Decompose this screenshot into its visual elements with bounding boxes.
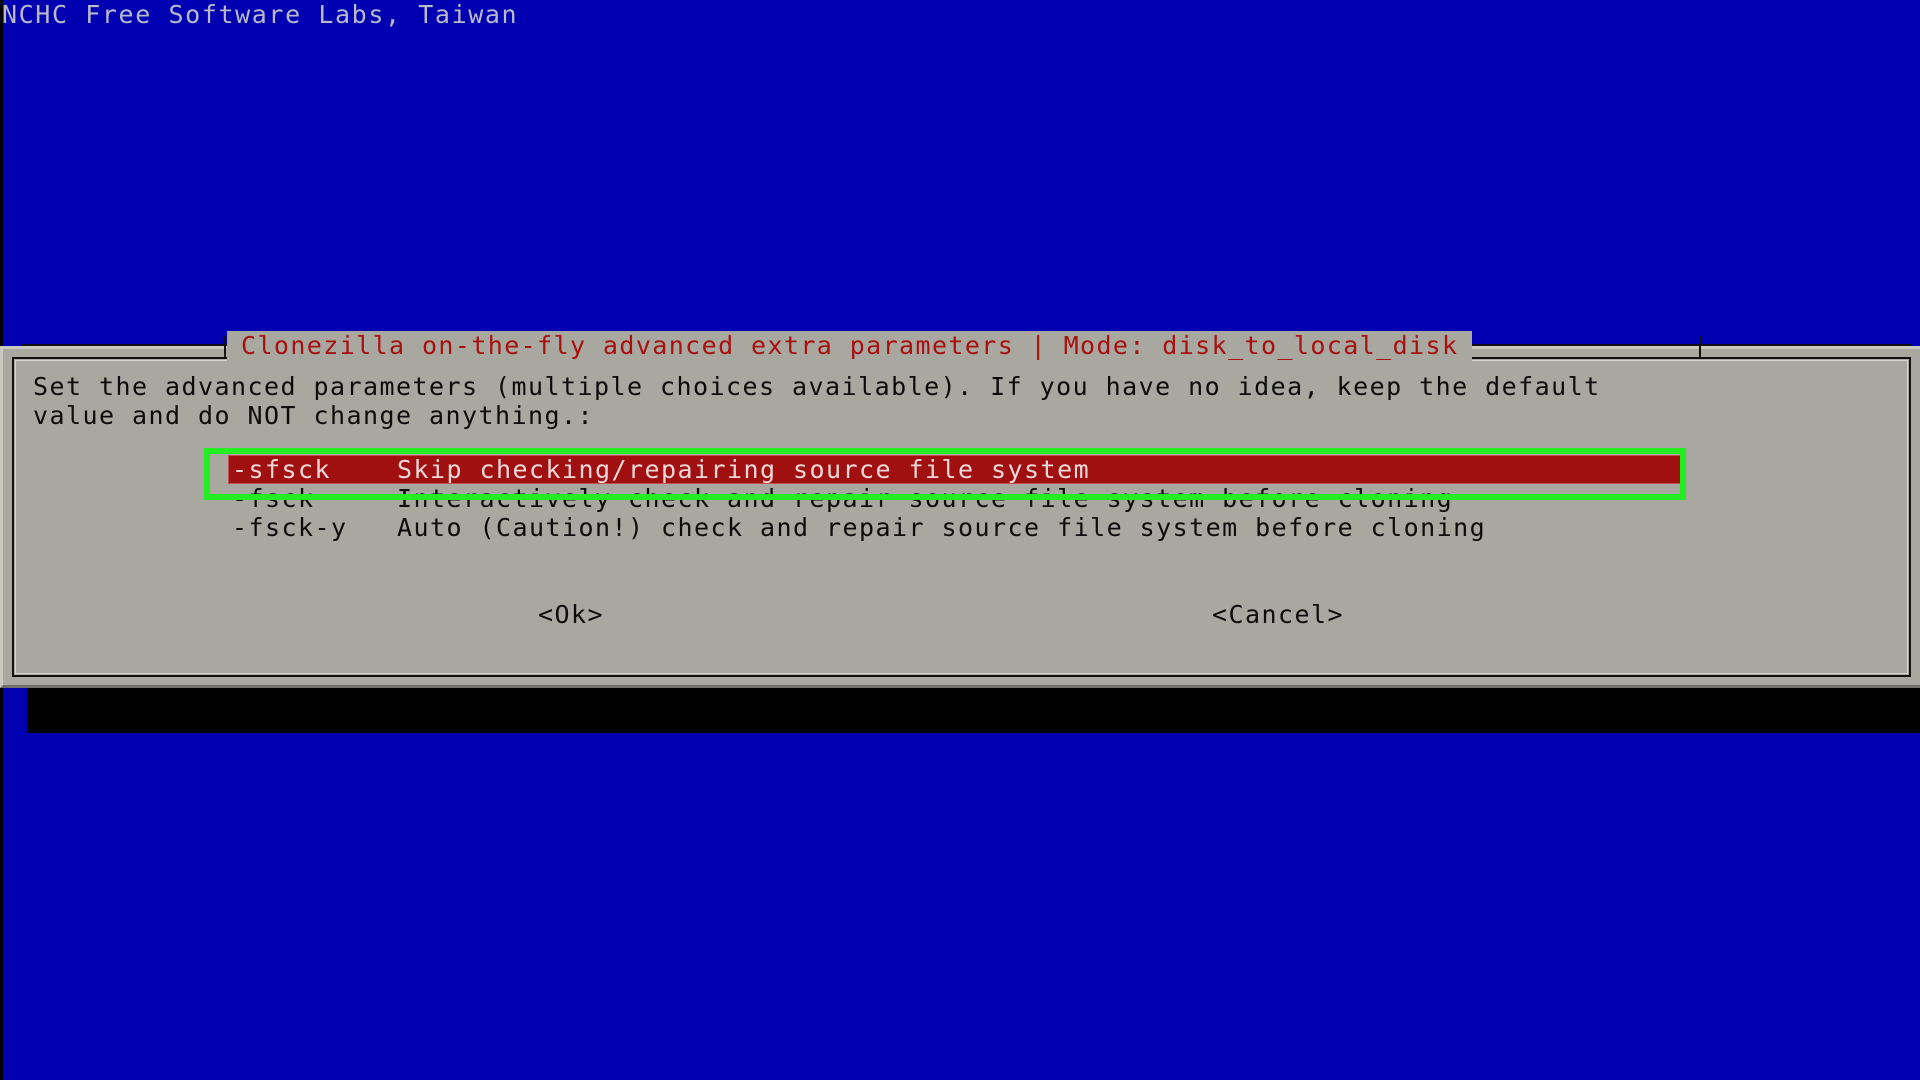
dialog-prompt-line-2: value and do NOT change anything.: — [33, 401, 595, 430]
nchc-banner: NCHC Free Software Labs, Taiwan — [2, 0, 519, 29]
option-row-fsck[interactable]: -fsck Interactively check and repair sou… — [228, 484, 1678, 513]
dialog-prompt-line-1: Set the advanced parameters (multiple ch… — [33, 372, 1601, 401]
console-black-band — [27, 688, 1920, 733]
dialog-title-tick-left — [224, 336, 226, 358]
cancel-button[interactable]: <Cancel> — [1212, 598, 1344, 632]
option-row-sfsck[interactable]: -sfsck Skip checking/repairing source fi… — [228, 455, 1682, 484]
dialog-title: Clonezilla on-the-fly advanced extra par… — [227, 331, 1473, 361]
option-row-fsck-y[interactable]: -fsck-y Auto (Caution!) check and repair… — [228, 513, 1678, 542]
dialog-title-tick-right — [1699, 336, 1701, 358]
dialog-button-row: <Ok> <Cancel> — [0, 598, 1920, 632]
ok-button[interactable]: <Ok> — [538, 598, 604, 632]
clonezilla-screen: NCHC Free Software Labs, Taiwan Clonezil… — [0, 0, 1920, 1080]
options-list: -sfsck Skip checking/repairing source fi… — [228, 455, 1682, 542]
